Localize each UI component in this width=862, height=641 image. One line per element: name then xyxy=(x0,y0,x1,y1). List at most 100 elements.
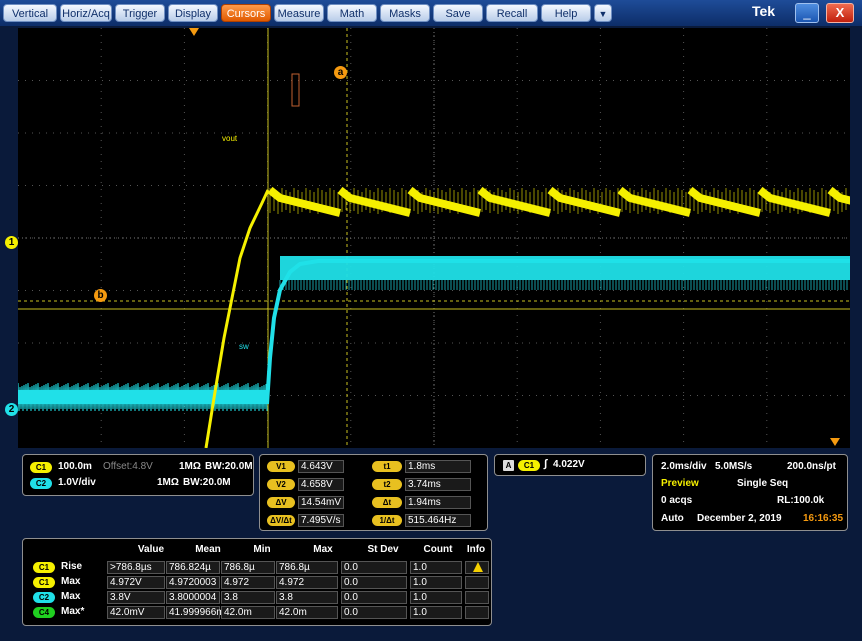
cursor-b-marker[interactable]: b xyxy=(94,289,107,302)
row-info-cell xyxy=(465,576,489,589)
row-stdev-cell: 0.0 xyxy=(341,606,407,619)
channel-info-panel[interactable]: C1 100.0m Offset:4.8V 1MΩ BW:20.0M C2 1.… xyxy=(22,454,254,496)
close-button[interactable]: X xyxy=(826,3,854,23)
trigger-a-chip: A xyxy=(503,460,514,471)
ch2-ground-marker[interactable]: 2 xyxy=(5,403,18,416)
trigger-mode: Auto xyxy=(661,513,684,524)
menu-cursors-button[interactable]: Cursors xyxy=(221,4,271,22)
menu-bar: Vertical Horiz/Acq Trigger Display Curso… xyxy=(0,0,862,26)
row-measurement-name: Rise xyxy=(61,561,83,572)
inv-dt-value: 515.464Hz xyxy=(405,514,471,527)
row-channel-chip: C4 xyxy=(33,607,55,618)
ch1-ripple xyxy=(267,186,850,217)
cursor-a-marker[interactable]: a xyxy=(334,66,347,79)
menu-horiz-acq-button[interactable]: Horiz/Acq xyxy=(60,4,112,22)
resolution: 200.0ns/pt xyxy=(787,461,836,472)
col-max: Max xyxy=(313,544,333,555)
row-info-cell xyxy=(465,591,489,604)
menu-recall-button[interactable]: Recall xyxy=(486,4,538,22)
c2-chip[interactable]: C2 xyxy=(30,478,52,489)
trigger-source-chip: C1 xyxy=(518,460,540,471)
row-channel-chip: C1 xyxy=(33,562,55,573)
delta-t-chip: Δt xyxy=(372,497,402,508)
menu-help-button[interactable]: Help xyxy=(541,4,591,22)
delta-t-value: 1.94ms xyxy=(405,496,471,509)
acq-count: 0 acqs xyxy=(661,495,693,506)
trigger-position-icon[interactable] xyxy=(189,28,199,36)
t1-value: 1.8ms xyxy=(405,460,471,473)
timebase: 2.0ms/div xyxy=(661,461,707,472)
v2-chip: V2 xyxy=(267,479,295,490)
c1-offset: Offset:4.8V xyxy=(103,461,153,472)
row-mean-cell: 3.8000004 xyxy=(166,591,220,604)
t1-chip: t1 xyxy=(372,461,402,472)
sw-trace-label: sw xyxy=(239,342,249,351)
col-mean: Mean xyxy=(195,544,221,555)
row-max-cell: 4.972 xyxy=(276,576,338,589)
c1-impedance: 1MΩ xyxy=(179,461,201,472)
sample-rate: 5.0MS/s xyxy=(715,461,753,472)
trigger-info-panel[interactable]: A C1 ∫ 4.022V xyxy=(494,454,646,476)
v1-value: 4.643V xyxy=(298,460,344,473)
row-count-cell: 1.0 xyxy=(410,591,462,604)
c1-chip[interactable]: C1 xyxy=(30,462,52,473)
c2-bandwidth: BW:20.0M xyxy=(183,477,231,488)
row-measurement-name: Max xyxy=(61,576,81,587)
ch2-low-level xyxy=(18,390,267,404)
record-end-icon xyxy=(830,438,840,446)
row-value-cell: >786.8µs xyxy=(107,561,165,574)
menu-masks-button[interactable]: Masks xyxy=(380,4,430,22)
row-max-cell: 3.8 xyxy=(276,591,338,604)
dv-dt-chip: ΔV/Δt xyxy=(267,515,295,526)
acq-time: 16:16:35 xyxy=(803,513,844,524)
row-value-cell: 4.972V xyxy=(107,576,165,589)
menu-display-button[interactable]: Display xyxy=(168,4,218,22)
measurement-table[interactable]: Value Mean Min Max St Dev Count Info C1 R… xyxy=(22,538,492,626)
row-min-cell: 3.8 xyxy=(221,591,275,604)
row-measurement-name: Max xyxy=(61,591,81,602)
row-info-cell xyxy=(465,606,489,619)
acq-date: December 2, 2019 xyxy=(697,513,782,524)
t2-chip: t2 xyxy=(372,479,402,490)
row-mean-cell: 41.999966m xyxy=(166,606,225,619)
menu-math-button[interactable]: Math xyxy=(327,4,377,22)
c1-bandwidth: BW:20.0M xyxy=(205,461,253,472)
col-info: Info xyxy=(466,544,486,555)
row-min-cell: 42.0m xyxy=(221,606,275,619)
row-min-cell: 786.8µ xyxy=(221,561,275,574)
menu-trigger-button[interactable]: Trigger xyxy=(115,4,165,22)
row-count-cell: 1.0 xyxy=(410,576,462,589)
row-stdev-cell: 0.0 xyxy=(341,591,407,604)
row-count-cell: 1.0 xyxy=(410,606,462,619)
c2-scale: 1.0V/div xyxy=(58,477,96,488)
waveform-graticule[interactable]: vout sw a b xyxy=(18,28,850,448)
acquisition-panel[interactable]: 2.0ms/div 5.0MS/s 200.0ns/pt Preview Sin… xyxy=(652,454,848,531)
row-value-cell: 42.0mV xyxy=(107,606,165,619)
menu-measure-button[interactable]: Measure xyxy=(274,4,324,22)
menu-vertical-button[interactable]: Vertical xyxy=(3,4,57,22)
trigger-level: 4.022V xyxy=(553,459,585,470)
acq-sequence: Single Seq xyxy=(737,478,789,489)
ch1-ground-marker[interactable]: 1 xyxy=(5,236,18,249)
col-value: Value xyxy=(137,544,165,555)
warning-icon[interactable] xyxy=(473,562,483,572)
acq-mode: Preview xyxy=(661,478,699,489)
menu-dropdown-button[interactable]: ▼ xyxy=(594,4,612,22)
inv-dt-chip: 1/Δt xyxy=(372,515,402,526)
c2-impedance: 1MΩ xyxy=(157,477,179,488)
col-min: Min xyxy=(253,544,271,555)
cursor-readout-panel[interactable]: V1 4.643V V2 4.658V ΔV 14.54mV ΔV/Δt 7.4… xyxy=(259,454,488,531)
row-info-cell[interactable] xyxy=(465,561,489,574)
row-min-cell: 4.972 xyxy=(221,576,275,589)
record-length: RL:100.0k xyxy=(777,495,825,506)
delta-v-value: 14.54mV xyxy=(298,496,344,509)
c1-scale: 100.0m xyxy=(58,461,92,472)
zoom-gate-box xyxy=(291,73,300,107)
v2-value: 4.658V xyxy=(298,478,344,491)
row-max-cell: 42.0m xyxy=(276,606,338,619)
rising-edge-icon: ∫ xyxy=(544,458,548,470)
row-channel-chip: C2 xyxy=(33,592,55,603)
minimize-button[interactable]: _ xyxy=(795,3,819,23)
v1-chip: V1 xyxy=(267,461,295,472)
menu-save-button[interactable]: Save xyxy=(433,4,483,22)
